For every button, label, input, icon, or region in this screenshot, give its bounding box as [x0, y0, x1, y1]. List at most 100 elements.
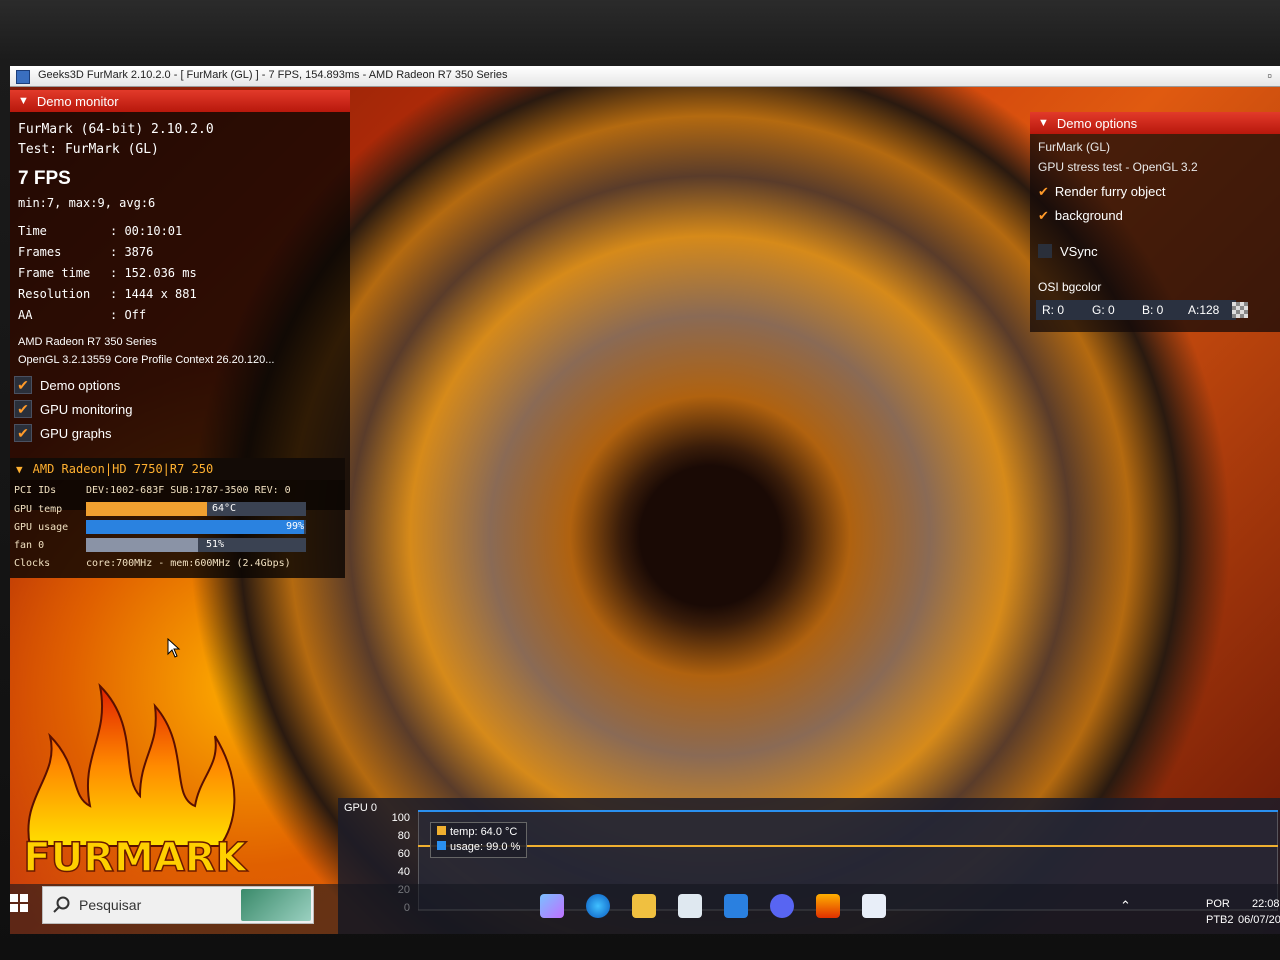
stat-value: : 1444 x 881	[110, 287, 197, 301]
search-icon	[53, 896, 70, 913]
y-tick: 100	[391, 812, 410, 824]
demo-monitor-panel: ▼ Demo monitor FurMark (64-bit) 2.10.2.0…	[10, 90, 350, 510]
checkmark-icon[interactable]: ✔	[14, 400, 32, 418]
demo-options-title: Demo options	[1056, 115, 1138, 131]
option-label: background	[1054, 208, 1123, 223]
store-icon[interactable]	[678, 894, 702, 918]
furmark-logo: FURMARK	[23, 682, 249, 882]
windows-start-icon[interactable]	[10, 894, 28, 912]
file-explorer-icon[interactable]	[632, 894, 656, 918]
gpu-usage-bar: 99%	[86, 520, 306, 534]
stat-value: : 152.036 ms	[110, 266, 197, 280]
fan-label: fan 0	[14, 539, 45, 551]
demo-options-panel: ▼ Demo options FurMark (GL) GPU stress t…	[1030, 112, 1280, 332]
gpu-temp-bar: 64°C	[86, 502, 306, 516]
language-indicator[interactable]: POR	[1206, 898, 1230, 910]
fan-value: 51%	[206, 539, 225, 550]
clock-date[interactable]: 06/07/20	[1238, 914, 1280, 926]
gpu-temp-value: 64°C	[212, 503, 237, 514]
clocks-label: Clocks	[14, 558, 51, 569]
demo-monitor-header[interactable]: ▼ Demo monitor	[10, 90, 350, 112]
stat-label: Time	[18, 224, 47, 238]
option-vsync[interactable]: VSync	[1038, 244, 1098, 259]
color-g-button[interactable]: G: 0	[1086, 300, 1138, 320]
stat-row: Time: 00:10:01	[18, 224, 182, 238]
option-render-furry-object[interactable]: ✔ Render furry object	[1038, 184, 1165, 200]
clock-time[interactable]: 22:08	[1252, 898, 1280, 910]
gpu-usage-value: 99%	[286, 521, 305, 532]
stat-row: Resolution : 1444 x 881	[18, 287, 197, 301]
stat-row: Frames: 3876	[18, 245, 153, 259]
clocks-value: core:700MHz - mem:600MHz (2.4Gbps)	[86, 558, 291, 569]
checkbox-demo-options[interactable]: ✔ Demo options	[14, 376, 120, 394]
gpu-usage-fill	[86, 520, 304, 534]
gpu-name: AMD Radeon R7 350 Series	[18, 336, 157, 348]
graph-legend: temp: 64.0 °C usage: 99.0 %	[430, 822, 528, 858]
color-r-button[interactable]: R: 0	[1036, 300, 1090, 320]
legend-swatch	[437, 826, 446, 835]
demo-options-header[interactable]: ▼ Demo options	[1030, 112, 1280, 134]
maximize-icon[interactable]: ▫	[1267, 68, 1272, 83]
copilot-icon[interactable]	[540, 894, 564, 918]
stat-label: AA	[18, 308, 33, 322]
demo-description: GPU stress test - OpenGL 3.2	[1038, 160, 1198, 174]
clocks-row: Clocks core:700MHz - mem:600MHz (2.4Gbps…	[10, 558, 291, 569]
logo-wordmark: FURMARK	[23, 835, 248, 881]
stat-label: Resolution	[18, 287, 91, 301]
discord-icon[interactable]	[770, 894, 794, 918]
app-icon	[16, 70, 30, 84]
furmark-taskbar-icon[interactable]	[816, 894, 840, 918]
checkbox-label: GPU monitoring	[40, 401, 133, 417]
keyboard-layout[interactable]: PTB2	[1206, 914, 1234, 926]
option-label: Render furry object	[1054, 184, 1166, 199]
gpu-monitor-header[interactable]: ▼ AMD Radeon|HD 7750|R7 250	[10, 458, 345, 480]
tray-chevron-icon[interactable]: ⌃	[1120, 898, 1131, 914]
fan-bar: 51%	[86, 538, 306, 552]
checkmark-icon[interactable]: ✔	[1038, 208, 1049, 223]
fps-value: 7 FPS	[18, 168, 71, 189]
screen: Geeks3D FurMark 2.10.2.0 - [ FurMark (GL…	[10, 66, 1280, 934]
pci-row: PCI IDs DEV:1002-683F SUB:1787-3500 REV:…	[10, 485, 291, 496]
demo-name: FurMark (GL)	[1038, 140, 1110, 154]
checkbox-gpu-monitoring[interactable]: ✔ GPU monitoring	[14, 400, 132, 418]
collapse-triangle-icon[interactable]: ▼	[18, 95, 29, 107]
bgcolor-label: OSI bgcolor	[1038, 280, 1102, 294]
legend-temp: temp: 64.0 °C	[437, 825, 520, 840]
gpu-temp-row: GPU temp 64°C	[10, 502, 306, 516]
stat-label: Frame time	[18, 266, 91, 280]
legend-usage-text: usage: 99.0 %	[450, 841, 521, 853]
window-title: Geeks3D FurMark 2.10.2.0 - [ FurMark (GL…	[38, 69, 508, 81]
checkmark-icon[interactable]: ✔	[14, 376, 32, 394]
taskbar-search-box[interactable]: Pesquisar	[42, 886, 314, 924]
checkmark-icon[interactable]: ✔	[14, 424, 32, 442]
test-name: Test: FurMark (GL)	[18, 142, 159, 157]
legend-swatch	[437, 841, 446, 850]
checkbox-empty-icon[interactable]	[1038, 244, 1052, 258]
option-label: VSync	[1060, 244, 1098, 259]
fan-row: fan 0 51%	[10, 538, 306, 552]
edge-browser-icon[interactable]	[586, 894, 610, 918]
option-background[interactable]: ✔ background	[1038, 208, 1123, 224]
collapse-triangle-icon[interactable]: ▼	[16, 463, 23, 476]
app-window-icon[interactable]	[862, 894, 886, 918]
checkbox-label: GPU graphs	[40, 425, 112, 441]
color-a-button[interactable]: A:128	[1182, 300, 1236, 320]
checkbox-gpu-graphs[interactable]: ✔ GPU graphs	[14, 424, 112, 442]
color-swatch-icon[interactable]	[1232, 302, 1248, 318]
collapse-triangle-icon[interactable]: ▼	[1038, 117, 1049, 129]
gl-context: OpenGL 3.2.13559 Core Profile Context 26…	[18, 354, 275, 366]
gpu-usage-row: GPU usage 99%	[10, 520, 306, 534]
flame-shape	[27, 682, 236, 847]
fan-fill	[86, 538, 199, 552]
y-tick: 60	[397, 848, 410, 860]
checkmark-icon[interactable]: ✔	[1038, 184, 1049, 199]
pci-label: PCI IDs	[14, 485, 57, 496]
roblox-icon[interactable]	[724, 894, 748, 918]
stat-value: : Off	[110, 308, 147, 322]
window-titlebar[interactable]: Geeks3D FurMark 2.10.2.0 - [ FurMark (GL…	[10, 66, 1280, 87]
stat-row: Frame time : 152.036 ms	[18, 266, 197, 280]
search-placeholder: Pesquisar	[79, 897, 142, 913]
legend-usage: usage: 99.0 %	[437, 840, 520, 855]
pci-value: DEV:1002-683F SUB:1787-3500 REV: 0	[86, 485, 291, 496]
stat-value: : 3876	[110, 245, 154, 259]
